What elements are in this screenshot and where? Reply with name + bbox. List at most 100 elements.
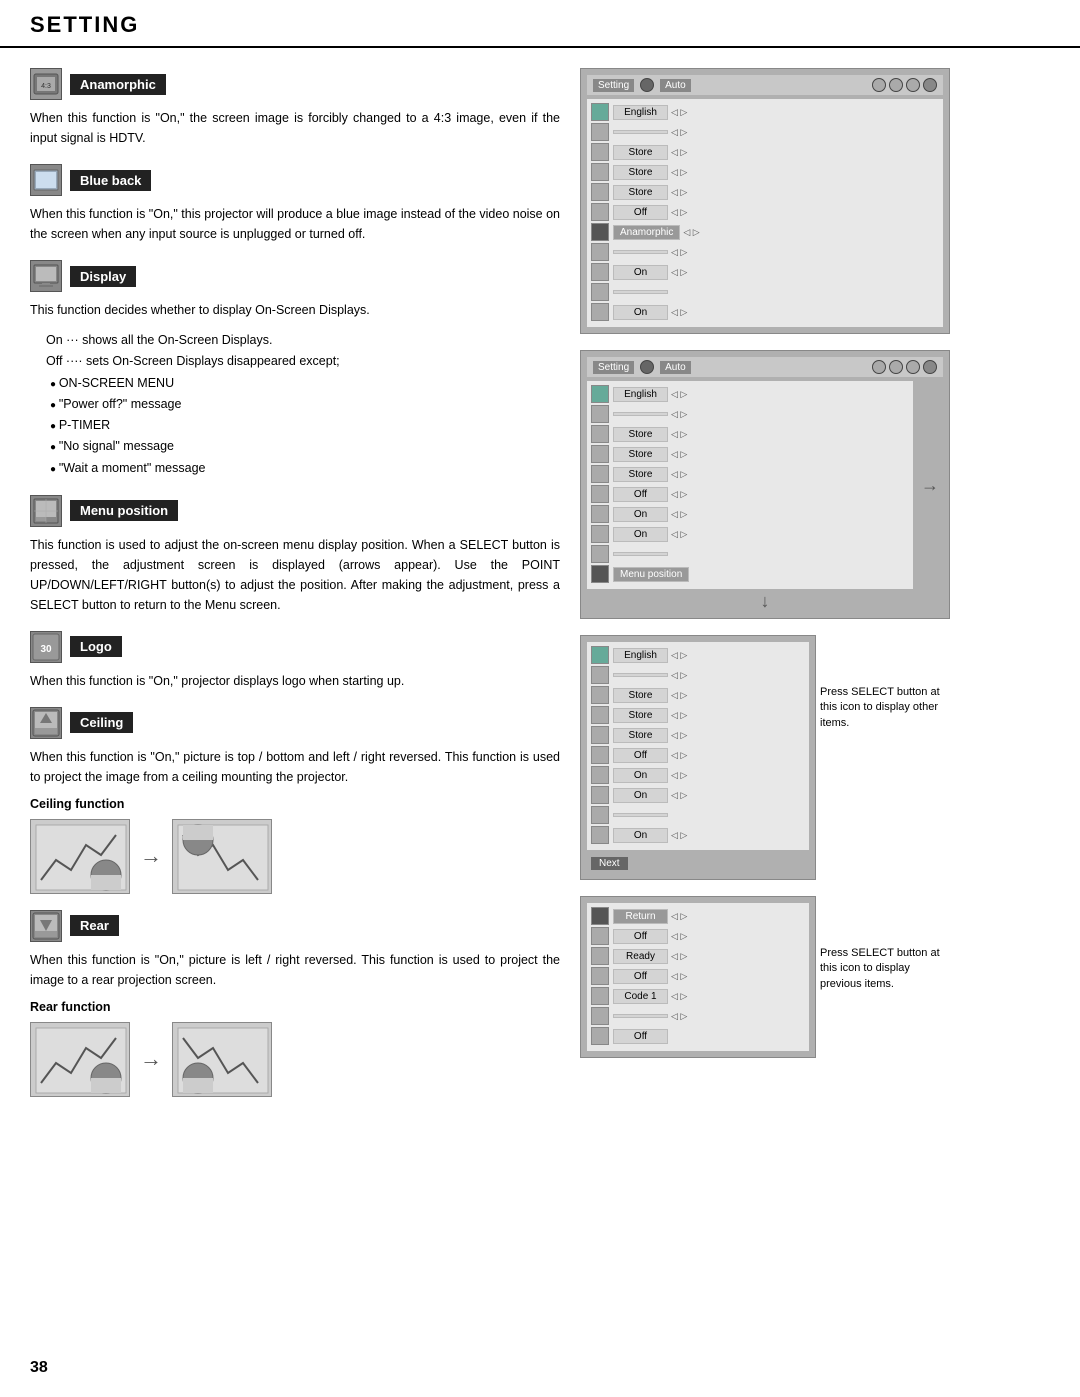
ui-row-1-1-arrows: ◁ ▷ [671,107,687,118]
bullet-item-2: "Power off?" message [50,394,560,415]
ui-row-3-1-icon [591,646,609,664]
ui-panel-1-topicon2 [889,78,903,92]
ui-row-1-11: On ◁ ▷ [591,303,939,321]
ui-row-2-9-text [613,552,668,556]
ui-row-3-4-arrows: ◁ ▷ [671,710,687,721]
display-title: Display [70,266,136,287]
panel-3-note: Press SELECT button at this icon to disp… [820,685,950,731]
ui-row-2-6: Off ◁ ▷ [591,485,909,503]
ui-row-3-7-text: On [613,768,668,783]
ui-row-1-4-icon [591,163,609,181]
ui-row-3-5: Store ◁ ▷ [591,726,805,744]
ui-row-1-1: English ◁ ▷ [591,103,939,121]
ui-row-3-4-text: Store [613,708,668,723]
ui-row-1-5: Store ◁ ▷ [591,183,939,201]
ui-row-1-8-arrows: ◁ ▷ [671,247,687,258]
ui-panel-2-topbar: Setting Auto [587,357,943,377]
ui-row-1-11-arrows: ◁ ▷ [671,307,687,318]
ui-row-1-6: Off ◁ ▷ [591,203,939,221]
ui-row-2-1-text: English [613,387,668,402]
ceiling-header: Ceiling [30,707,560,739]
ui-row-2-5-text: Store [613,467,668,482]
svg-text:30: 30 [40,644,52,655]
ui-row-4-3-text: Ready [613,949,668,964]
display-header: Display [30,260,560,292]
ui-panel-2-menu: English ◁ ▷ ◁ ▷ Store ◁ ▷ [587,381,913,589]
ui-row-2-8-icon [591,525,609,543]
ceiling-diagram-before [30,819,130,894]
ui-row-2-10-text: Menu position [613,567,689,582]
ceiling-sub-label: Ceiling function [30,797,560,811]
ui-row-3-8-icon [591,786,609,804]
ui-row-1-2-text [613,130,668,134]
ui-row-3-5-arrows: ◁ ▷ [671,730,687,741]
ui-row-1-1-text: English [613,105,668,120]
ui-row-3-7-icon [591,766,609,784]
display-intro: This function decides whether to display… [30,300,560,320]
display-off-text: Off ···· sets On-Screen Displays disappe… [46,351,560,372]
ui-row-3-5-text: Store [613,728,668,743]
ui-row-4-1-icon [591,907,609,925]
ui-row-1-10-text [613,290,668,294]
ui-row-1-1-icon [591,103,609,121]
ui-row-3-1: English ◁ ▷ [591,646,805,664]
rear-diagram: → [30,1022,560,1097]
ui-panel-1-icons [872,78,937,92]
ui-row-4-7: Off [591,1027,805,1045]
ui-row-2-4-text: Store [613,447,668,462]
rear-section: Rear When this function is "On," picture… [30,910,560,1097]
ui-row-4-6: ◁ ▷ [591,1007,805,1025]
blue-back-header: Blue back [30,164,560,196]
ui-row-2-1-icon [591,385,609,403]
ui-row-4-5-text: Code 1 [613,989,668,1004]
rear-diagram-before [30,1022,130,1097]
ui-row-2-5-icon [591,465,609,483]
menu-position-title: Menu position [70,500,178,521]
ui-row-2-8-text: On [613,527,668,542]
ui-row-4-3-arrows: ◁ ▷ [671,951,687,962]
page-header: SETTING [0,0,1080,48]
ui-row-3-7: On ◁ ▷ [591,766,805,784]
ui-row-3-4: Store ◁ ▷ [591,706,805,724]
ui-row-1-4-text: Store [613,165,668,180]
left-column: 4:3 Anamorphic When this function is "On… [30,68,560,1113]
ui-row-1-4: Store ◁ ▷ [591,163,939,181]
ui-row-1-3-arrows: ◁ ▷ [671,147,687,158]
menu-position-icon [30,495,62,527]
ui-row-3-1-text: English [613,648,668,663]
bullet-item-4: "No signal" message [50,436,560,457]
ui-row-1-2-arrows: ◁ ▷ [671,127,687,138]
ceiling-section: Ceiling When this function is "On," pict… [30,707,560,894]
ui-row-4-2-text: Off [613,929,668,944]
ui-row-2-7-text: On [613,507,668,522]
rear-arrow: → [140,1046,162,1072]
ui-row-3-7-arrows: ◁ ▷ [671,770,687,781]
ui-row-2-4: Store ◁ ▷ [591,445,909,463]
menu-position-description: This function is used to adjust the on-s… [30,535,560,615]
ui-row-2-10: Menu position [591,565,909,583]
ui-row-3-8-arrows: ◁ ▷ [671,790,687,801]
ui-row-1-3-text: Store [613,145,668,160]
bullet-item-3: P-TIMER [50,415,560,436]
ui-panel-1-topicon3 [906,78,920,92]
ceiling-icon [30,707,62,739]
ui-row-4-5: Code 1 ◁ ▷ [591,987,805,1005]
menu-position-section: Menu position This function is used to a… [30,495,560,615]
rear-diagram-after [172,1022,272,1097]
anamorphic-section: 4:3 Anamorphic When this function is "On… [30,68,560,148]
ui-row-2-5: Store ◁ ▷ [591,465,909,483]
ui-row-1-9-icon [591,263,609,281]
ui-row-4-6-icon [591,1007,609,1025]
ui-row-1-10-icon [591,283,609,301]
ui-row-3-4-icon [591,706,609,724]
ui-row-4-1: Return ◁ ▷ [591,907,805,925]
ui-row-3-2: ◁ ▷ [591,666,805,684]
display-on-text: On ··· shows all the On-Screen Displays. [46,330,560,351]
ui-row-1-6-icon [591,203,609,221]
ui-row-1-6-text: Off [613,205,668,220]
ui-row-1-5-icon [591,183,609,201]
ui-row-2-2: ◁ ▷ [591,405,909,423]
ui-row-2-5-arrows: ◁ ▷ [671,469,687,480]
ui-row-2-3-arrows: ◁ ▷ [671,429,687,440]
ui-row-3-9 [591,806,805,824]
